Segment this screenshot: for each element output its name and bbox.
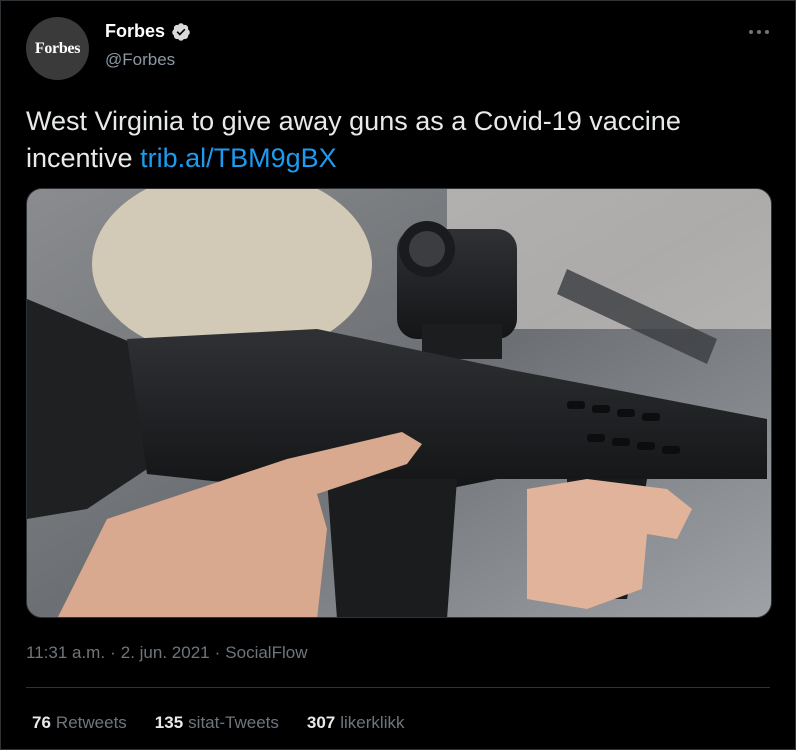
tweet-card: Forbes Forbes @Forbes West Virginia to g… — [0, 0, 796, 750]
retweets-count: 76 — [32, 713, 51, 732]
author-name-row: Forbes — [105, 21, 191, 42]
meta-separator: · — [110, 643, 116, 662]
media-illustration — [27, 189, 771, 617]
retweets-label: Retweets — [55, 713, 127, 732]
meta-separator: · — [214, 643, 221, 662]
tweet-text: West Virginia to give away guns as a Cov… — [26, 103, 766, 177]
likes-label: likerklikk — [340, 713, 405, 732]
tweet-time[interactable]: 11:31 a.m. — [26, 643, 105, 663]
quote-tweets-label: sitat-Tweets — [188, 713, 279, 732]
avatar[interactable]: Forbes — [26, 17, 89, 80]
likes-stat[interactable]: 307 likerklikk — [307, 713, 405, 733]
more-options-icon[interactable] — [747, 25, 771, 39]
verified-badge-icon — [171, 22, 191, 42]
tweet-meta: 11:31 a.m. · 2. jun. 2021 · SocialFlow — [26, 643, 307, 663]
divider — [26, 687, 770, 688]
tweet-link[interactable]: trib.al/TBM9gBX — [140, 143, 337, 173]
tweet-text-body: West Virginia to give away guns as a Cov… — [26, 106, 681, 173]
retweets-stat[interactable]: 76 Retweets — [32, 713, 127, 733]
quote-tweets-count: 135 — [154, 713, 184, 732]
author-handle[interactable]: @Forbes — [105, 50, 175, 70]
likes-count: 307 — [306, 713, 336, 732]
avatar-logo-text: Forbes — [34, 39, 81, 57]
engagement-stats: 76 Retweets 135 sitat-Tweets 307 likerkl… — [32, 713, 404, 733]
quote-tweets-stat[interactable]: 135 sitat-Tweets — [155, 713, 279, 733]
tweet-media-photo[interactable] — [26, 188, 772, 618]
display-name[interactable]: Forbes — [105, 21, 165, 42]
tweet-date[interactable]: 2. jun. 2021 — [121, 643, 210, 663]
tweet-source[interactable]: SocialFlow — [225, 643, 307, 663]
